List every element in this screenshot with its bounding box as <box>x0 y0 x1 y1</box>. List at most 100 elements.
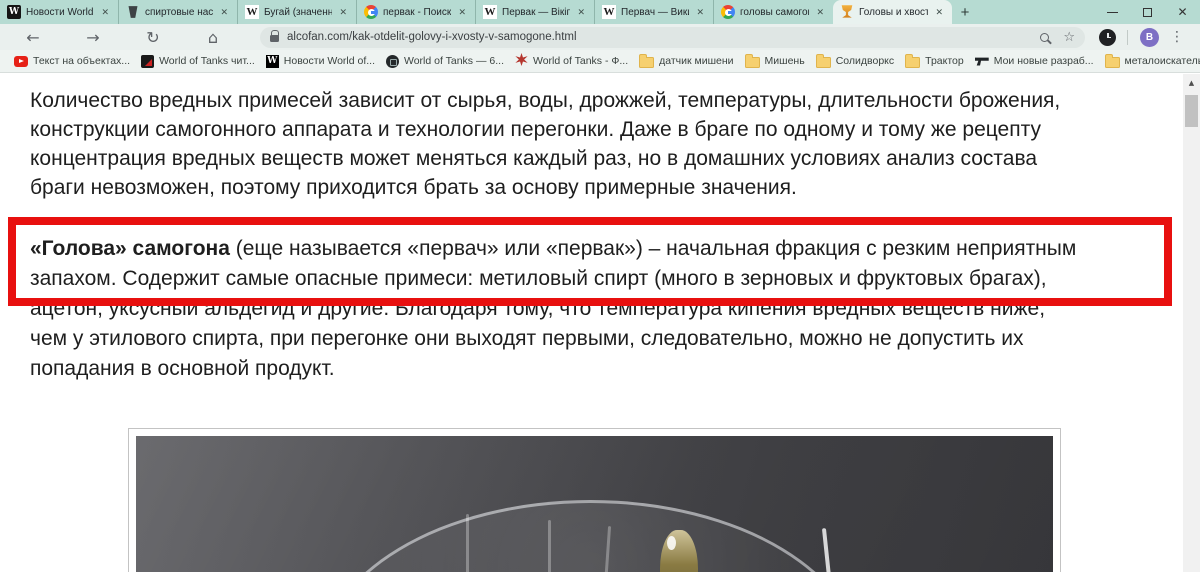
wot-express-icon: W <box>266 55 279 68</box>
maximize-icon <box>1143 8 1152 17</box>
bookmark-label: Текст на объектах... <box>33 55 130 67</box>
bookmark-folder[interactable]: Мишень <box>745 55 805 68</box>
tab-title: Первак — Вікіпедія <box>502 7 570 18</box>
tab-pervak-search[interactable]: первак - Поиск в Go ✕ <box>357 0 476 24</box>
red-highlight-annotation <box>8 217 1172 306</box>
tab-title: головы самогон - По <box>740 7 809 18</box>
tab-title: спиртовые настойки <box>145 7 213 18</box>
zoom-icon[interactable] <box>1040 33 1049 42</box>
bookmark-item[interactable]: World of Tanks чит... <box>141 55 255 68</box>
new-tab-button[interactable]: + <box>952 0 978 24</box>
google-favicon-icon <box>364 5 378 19</box>
text-line: конструкции самогонного аппарата и техно… <box>30 115 1060 144</box>
tab-novosti-wot[interactable]: W Новости World of Tan ✕ <box>0 0 119 24</box>
back-icon[interactable]: ← <box>20 26 46 48</box>
extension-clock-icon[interactable] <box>1099 29 1116 46</box>
scrollbar-thumb[interactable] <box>1185 95 1198 127</box>
wikipedia-favicon-icon: W <box>245 5 259 19</box>
glass-rim-shape <box>318 500 863 572</box>
wikipedia-favicon-icon: W <box>602 5 616 19</box>
reload-icon[interactable]: ↻ <box>140 26 166 48</box>
text-line: попадания в основной продукт. <box>30 354 1076 384</box>
browser-window: W Новости World of Tan ✕ спиртовые насто… <box>0 0 1200 572</box>
folder-icon <box>905 57 920 68</box>
bookmark-label: датчик мишени <box>659 55 733 67</box>
goblet-favicon-icon <box>840 5 854 19</box>
tab-strip: W Новости World of Tan ✕ спиртовые насто… <box>0 0 1200 24</box>
toolbar-divider <box>1127 30 1128 45</box>
bookmark-label: Солидворкс <box>836 55 894 67</box>
tab-title: Бугай (значення) — В <box>264 7 332 18</box>
shot-glass-favicon-icon <box>126 5 140 19</box>
bookmark-item[interactable]: World of Tanks - Ф... <box>515 53 628 69</box>
profile-avatar[interactable]: В <box>1140 28 1159 47</box>
tab-title: Головы и хвосты в са <box>859 7 928 18</box>
bookmark-item[interactable]: Мои новые разраб... <box>975 55 1094 67</box>
bookmark-label: Мишень <box>765 55 805 67</box>
tab-pervak-wiki-ua[interactable]: W Первак — Вікіпедія ✕ <box>476 0 595 24</box>
youtube-icon <box>14 56 28 67</box>
folder-icon <box>1105 57 1120 68</box>
toolbar: ← → ↻ ⌂ alcofan.com/kak-otdelit-golovy-i… <box>0 24 1200 50</box>
lock-icon <box>270 35 279 42</box>
bookmark-item[interactable]: Текст на объектах... <box>14 55 130 67</box>
bookmark-folder[interactable]: датчик мишени <box>639 55 733 68</box>
page-content: Количество вредных примесей зависит от с… <box>0 74 1200 572</box>
close-icon[interactable]: ✕ <box>456 6 468 19</box>
close-icon[interactable]: ✕ <box>814 6 826 19</box>
close-icon[interactable]: ✕ <box>694 6 706 19</box>
glass-reflection <box>548 520 551 572</box>
bookmark-star-icon[interactable]: ☆ <box>1063 31 1075 44</box>
bookmark-label: Новости World of... <box>284 55 375 67</box>
bookmark-label: World of Tanks — 6... <box>404 55 504 67</box>
tab-title: Новости World of Tan <box>26 7 94 18</box>
minimize-icon <box>1107 12 1118 13</box>
wikipedia-favicon-icon: W <box>483 5 497 19</box>
bookmark-item[interactable]: World of Tanks — 6... <box>386 55 504 68</box>
tab-pervach-wiki-ru[interactable]: W Первач — Википеди ✕ <box>595 0 714 24</box>
paragraph-impurities: Количество вредных примесей зависит от с… <box>30 86 1060 202</box>
text-line: Количество вредных примесей зависит от с… <box>30 86 1060 115</box>
tab-golovy-search[interactable]: головы самогон - По ✕ <box>714 0 833 24</box>
close-icon[interactable]: ✕ <box>99 6 111 19</box>
bookmark-folder[interactable]: металоискатель <box>1105 55 1200 68</box>
bookmark-item[interactable]: W Новости World of... <box>266 55 375 68</box>
wot-logo-icon <box>386 55 399 68</box>
window-controls: ✕ <box>1095 0 1200 24</box>
glass-photo <box>136 436 1053 572</box>
forward-icon[interactable]: → <box>80 26 106 48</box>
address-bar[interactable]: alcofan.com/kak-otdelit-golovy-i-xvosty-… <box>260 27 1085 48</box>
tab-title: Первач — Википеди <box>621 7 689 18</box>
tab-golovy-hvosty-active[interactable]: Головы и хвосты в са ✕ <box>833 0 952 24</box>
article-image-frame <box>128 428 1061 572</box>
scrollbar-up-icon[interactable]: ▲ <box>1183 74 1200 87</box>
window-close-button[interactable]: ✕ <box>1165 0 1200 24</box>
tab-spirtovye-nastoyki[interactable]: спиртовые настойки ✕ <box>119 0 238 24</box>
folder-icon <box>816 57 831 68</box>
tab-title: первак - Поиск в Go <box>383 7 451 18</box>
close-icon[interactable]: ✕ <box>933 6 945 19</box>
page-scrollbar[interactable]: ▲ <box>1183 74 1200 572</box>
close-icon[interactable]: ✕ <box>218 6 230 19</box>
folder-icon <box>639 57 654 68</box>
minimize-button[interactable] <box>1095 0 1130 24</box>
bookmark-label: World of Tanks чит... <box>159 55 255 67</box>
wot-favicon-icon: W <box>7 5 21 19</box>
bookmark-label: World of Tanks - Ф... <box>533 55 628 67</box>
maximize-button[interactable] <box>1130 0 1165 24</box>
folder-icon <box>745 57 760 68</box>
google-favicon-icon <box>721 5 735 19</box>
close-icon[interactable]: ✕ <box>337 6 349 19</box>
browser-menu-icon[interactable]: ⋮ <box>1166 29 1188 45</box>
close-icon[interactable]: ✕ <box>575 6 587 19</box>
bookmark-folder[interactable]: Солидворкс <box>816 55 894 68</box>
tab-bugay[interactable]: W Бугай (значення) — В ✕ <box>238 0 357 24</box>
wot-reader-icon <box>141 55 154 68</box>
url-text[interactable]: alcofan.com/kak-otdelit-golovy-i-xvosty-… <box>287 31 1032 43</box>
text-line: браги невозможен, поэтому приходится бра… <box>30 173 1060 202</box>
gun-icon <box>975 55 989 67</box>
bookmark-folder[interactable]: Трактор <box>905 55 964 68</box>
home-icon[interactable]: ⌂ <box>200 26 226 48</box>
bookmark-label: Трактор <box>925 55 964 67</box>
glass-highlight <box>822 528 834 572</box>
